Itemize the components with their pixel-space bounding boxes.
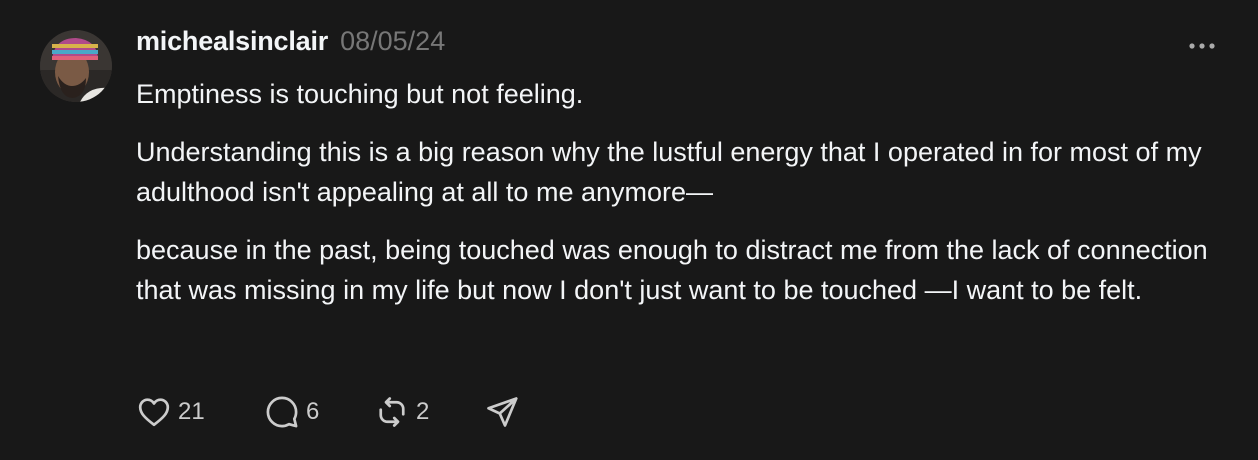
- post-header: michealsinclair 08/05/24: [136, 26, 445, 66]
- send-icon: [487, 397, 518, 427]
- post-paragraph-1: Emptiness is touching but not feeling.: [136, 79, 584, 109]
- post-actions: 21 6 2: [136, 392, 520, 432]
- heart-icon: [138, 398, 170, 427]
- post-timestamp[interactable]: 08/05/24: [340, 26, 445, 57]
- like-button[interactable]: 21: [136, 394, 264, 430]
- share-button[interactable]: [484, 394, 520, 430]
- reply-button[interactable]: 6: [264, 394, 374, 430]
- avatar-image: [40, 30, 112, 102]
- thread-post: michealsinclair 08/05/24 Emptiness is to…: [0, 0, 1258, 460]
- more-options-button[interactable]: [1184, 34, 1220, 58]
- avatar[interactable]: [40, 30, 112, 102]
- post-body: Emptiness is touching but not feeling. U…: [136, 74, 1236, 328]
- more-options-icon: [1189, 43, 1215, 49]
- repost-count: 2: [416, 398, 430, 425]
- reply-count: 6: [306, 398, 320, 425]
- repost-button[interactable]: 2: [374, 394, 484, 430]
- like-count: 21: [178, 398, 205, 425]
- username[interactable]: michealsinclair: [136, 26, 328, 57]
- repost-arrows-icon: [379, 397, 405, 427]
- post-paragraph-3: because in the past, being touched was e…: [136, 235, 1208, 305]
- post-paragraph-2: Understanding this is a big reason why t…: [136, 137, 1202, 207]
- comment-bubble-icon: [266, 396, 298, 428]
